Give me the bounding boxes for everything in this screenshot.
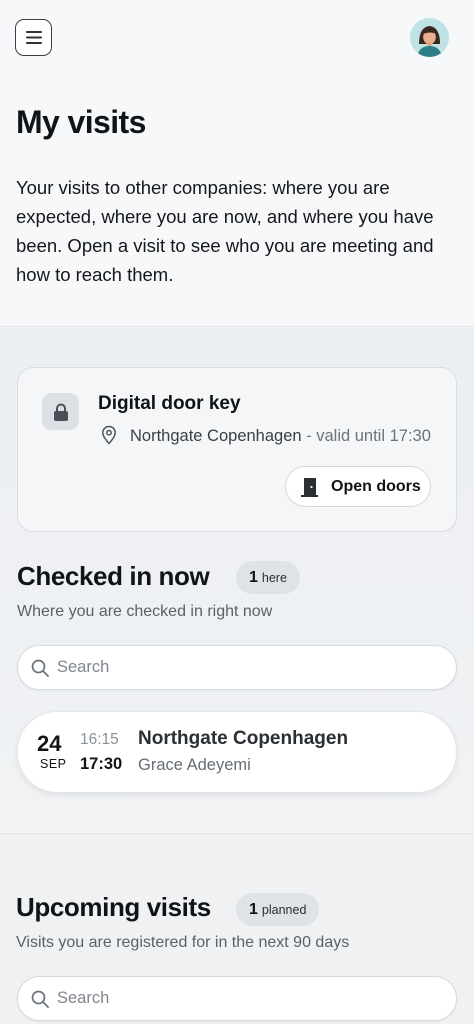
door-key-validity: - valid until 17:30 [301, 427, 431, 445]
door-icon [301, 477, 318, 497]
checked-in-count-label: here [261, 570, 287, 585]
checked-in-count: 1 [249, 568, 258, 586]
lock-icon-tile [42, 393, 79, 430]
checked-in-search-input[interactable] [57, 658, 417, 677]
visit-card[interactable] [17, 711, 457, 793]
user-avatar[interactable] [410, 18, 449, 57]
menu-button[interactable] [15, 19, 52, 56]
visit-company: Northgate Copenhagen [138, 728, 349, 749]
upcoming-search-input[interactable] [57, 989, 417, 1008]
upcoming-count-label: planned [261, 902, 307, 917]
door-key-card [17, 367, 457, 532]
page-title: My visits [16, 104, 146, 140]
visit-day: 24 [37, 731, 62, 756]
page-intro: Your visits to other companies: where yo… [16, 177, 434, 285]
location-pin-icon [102, 425, 116, 445]
upcoming-count: 1 [249, 900, 258, 918]
search-icon [31, 990, 49, 1008]
door-key-title: Digital door key [98, 393, 241, 414]
visit-start-time: 16:15 [80, 731, 119, 748]
lock-icon [53, 403, 68, 421]
search-icon [31, 659, 49, 677]
door-key-location: Northgate Copenhagen - valid until 17:30 [130, 427, 431, 446]
open-doors-button[interactable]: Open doors [285, 466, 431, 507]
checked-in-subtitle: Where you are checked in right now [17, 603, 273, 620]
hamburger-icon [25, 31, 42, 44]
upcoming-count-badge: 1 planned [236, 893, 320, 926]
checked-in-search[interactable] [17, 645, 457, 690]
door-key-location-name: Northgate Copenhagen [130, 427, 302, 445]
checked-in-count-badge: 1 here [236, 561, 300, 594]
visit-host: Grace Adeyemi [138, 756, 251, 774]
open-doors-label: Open doors [331, 477, 421, 495]
visit-month: SEP [40, 757, 67, 771]
upcoming-subtitle: Visits you are registered for in the nex… [16, 934, 350, 951]
visit-end-time: 17:30 [80, 755, 123, 773]
upcoming-search[interactable] [17, 976, 457, 1021]
upcoming-title: Upcoming visits [16, 892, 211, 922]
checked-in-title: Checked in now [17, 561, 210, 591]
